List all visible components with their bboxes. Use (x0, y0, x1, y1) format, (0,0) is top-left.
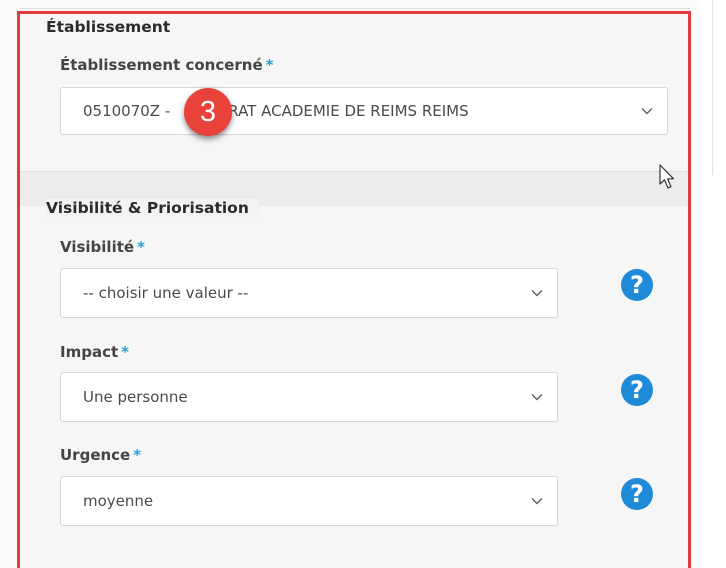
etablissement-value-suffix: RAT ACADEMIE DE REIMS REIMS (228, 102, 469, 120)
mouse-pointer-icon (659, 164, 675, 189)
impact-select-value: Une personne (83, 388, 188, 406)
impact-label: Impact * (60, 343, 129, 361)
adjacent-panel-edge (712, 0, 713, 175)
visibilite-select-value: -- choisir une valeur -- (83, 284, 249, 302)
visibilite-label: Visibilité * (60, 238, 145, 256)
etablissement-value-prefix: 0510070Z - (83, 102, 171, 120)
visibilite-select[interactable]: -- choisir une valeur -- (60, 268, 558, 318)
etablissement-label: Établissement concerné * (60, 56, 274, 74)
impact-help-icon[interactable]: ? (621, 374, 653, 406)
visibilite-help-icon[interactable]: ? (621, 269, 653, 301)
required-marker: * (265, 56, 274, 74)
required-marker: * (137, 238, 145, 256)
urgence-label: Urgence * (60, 446, 141, 464)
impact-label-text: Impact (60, 343, 119, 361)
required-marker: * (121, 343, 129, 361)
impact-select[interactable]: Une personne (60, 372, 558, 422)
chevron-down-icon (531, 497, 543, 505)
page-background-right (700, 0, 726, 568)
urgence-help-icon[interactable]: ? (621, 478, 653, 510)
step-badge: 3 (184, 88, 232, 136)
chevron-down-icon (641, 107, 653, 115)
chevron-down-icon (531, 289, 543, 297)
visibilite-legend: Visibilité & Priorisation (46, 199, 259, 217)
urgence-label-text: Urgence (60, 446, 131, 464)
form-canvas: Établissement Établissement concerné * 05… (0, 0, 726, 568)
required-marker: * (133, 446, 142, 464)
etablissement-select-value: 0510070Z - RAT ACADEMIE DE REIMS REIMS (83, 102, 469, 120)
visibilite-label-text: Visibilité (60, 238, 135, 256)
chevron-down-icon (531, 393, 543, 401)
urgence-select[interactable]: moyenne (60, 476, 558, 526)
etablissement-legend: Établissement (46, 18, 181, 36)
etablissement-label-text: Établissement concerné (60, 56, 263, 74)
etablissement-select[interactable]: 0510070Z - RAT ACADEMIE DE REIMS REIMS (60, 87, 668, 135)
urgence-select-value: moyenne (83, 492, 154, 510)
